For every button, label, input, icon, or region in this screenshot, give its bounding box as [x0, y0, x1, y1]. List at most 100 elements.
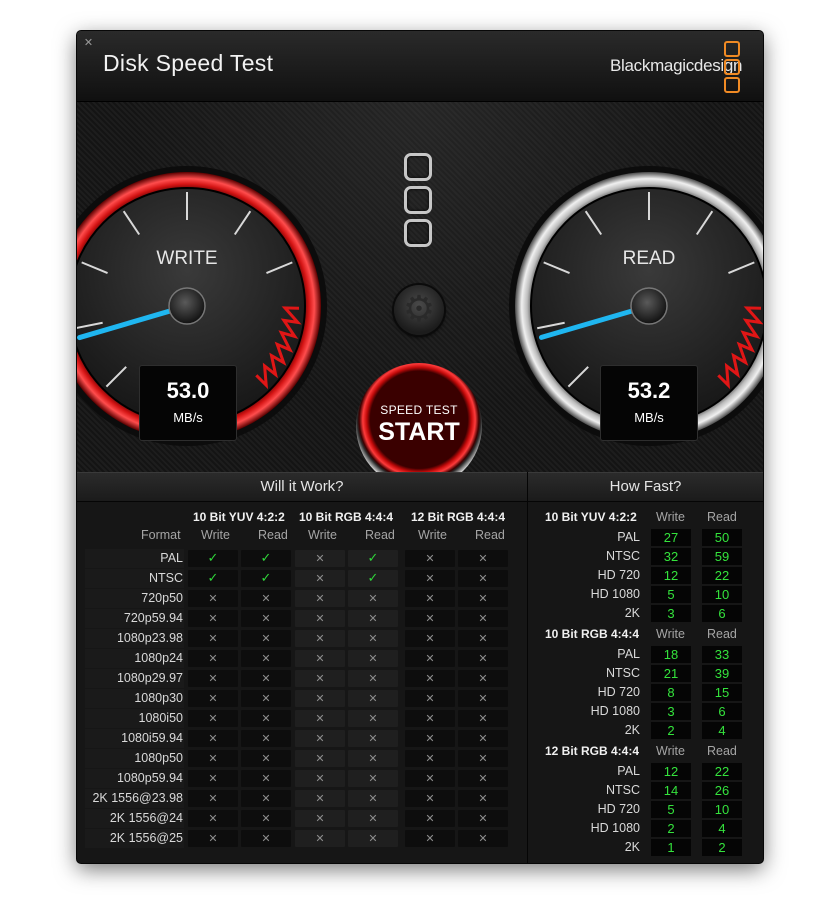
- unsupported-cross-icon: ✕: [241, 710, 291, 727]
- unsupported-cross-icon: ✕: [405, 690, 455, 707]
- format-label: 1080p24: [134, 651, 183, 665]
- cross-icon: ✕: [478, 712, 488, 725]
- unsupported-cross-icon: ✕: [241, 670, 291, 687]
- supported-check-icon: ✓: [348, 550, 398, 567]
- cross-icon: ✕: [208, 772, 218, 785]
- read-frame-rate: 6: [702, 703, 742, 720]
- unsupported-cross-icon: ✕: [405, 790, 455, 807]
- cross-icon: ✕: [208, 732, 218, 745]
- unsupported-cross-icon: ✕: [188, 830, 238, 847]
- write-frame-rate: 8: [651, 684, 691, 701]
- how-fast-format-label: HD 1080: [590, 704, 640, 718]
- cross-icon: ✕: [208, 612, 218, 625]
- cross-icon: ✕: [368, 632, 378, 645]
- read-gauge-label: READ: [622, 248, 676, 269]
- unsupported-cross-icon: ✕: [458, 770, 508, 787]
- cross-icon: ✕: [368, 592, 378, 605]
- cross-icon: ✕: [478, 792, 488, 805]
- title-bar[interactable]: ✕ Disk Speed Test Blackmagicdesign: [77, 31, 763, 102]
- unsupported-cross-icon: ✕: [348, 670, 398, 687]
- unsupported-cross-icon: ✕: [241, 810, 291, 827]
- cross-icon: ✕: [261, 772, 271, 785]
- unsupported-cross-icon: ✕: [188, 730, 238, 747]
- how-fast-read-header: Read: [707, 627, 737, 641]
- read-frame-rate: 26: [702, 782, 742, 799]
- write-column-header: Write: [308, 528, 337, 542]
- unsupported-cross-icon: ✕: [458, 630, 508, 647]
- unsupported-cross-icon: ✕: [241, 610, 291, 627]
- cross-icon: ✕: [315, 832, 325, 845]
- how-fast-format-label: HD 1080: [590, 821, 640, 835]
- cross-icon: ✕: [425, 592, 435, 605]
- unsupported-cross-icon: ✕: [295, 590, 345, 607]
- cross-icon: ✕: [315, 772, 325, 785]
- gear-icon[interactable]: ⚙: [394, 285, 444, 335]
- cross-icon: ✕: [261, 652, 271, 665]
- write-frame-rate: 1: [651, 839, 691, 856]
- unsupported-cross-icon: ✕: [188, 790, 238, 807]
- how-fast-write-header: Write: [656, 627, 685, 641]
- unsupported-cross-icon: ✕: [405, 550, 455, 567]
- read-frame-rate: 15: [702, 684, 742, 701]
- close-icon[interactable]: ✕: [83, 37, 94, 48]
- unsupported-cross-icon: ✕: [458, 670, 508, 687]
- unsupported-cross-icon: ✕: [241, 750, 291, 767]
- unsupported-cross-icon: ✕: [188, 670, 238, 687]
- how-fast-write-header: Write: [656, 744, 685, 758]
- unsupported-cross-icon: ✕: [348, 790, 398, 807]
- write-frame-rate: 27: [651, 529, 691, 546]
- cross-icon: ✕: [478, 752, 488, 765]
- unsupported-cross-icon: ✕: [458, 790, 508, 807]
- cross-icon: ✕: [261, 812, 271, 825]
- cross-icon: ✕: [368, 712, 378, 725]
- unsupported-cross-icon: ✕: [295, 710, 345, 727]
- cross-icon: ✕: [478, 772, 488, 785]
- format-label: 1080i59.94: [121, 731, 183, 745]
- write-readout: 53.0 MB/s: [139, 365, 237, 441]
- unsupported-cross-icon: ✕: [458, 730, 508, 747]
- cross-icon: ✕: [478, 572, 488, 585]
- cross-icon: ✕: [261, 832, 271, 845]
- how-fast-format-label: 2K: [624, 606, 640, 620]
- unsupported-cross-icon: ✕: [295, 690, 345, 707]
- unsupported-cross-icon: ✕: [458, 810, 508, 827]
- read-column-header: Read: [258, 528, 288, 542]
- read-frame-rate: 2: [702, 839, 742, 856]
- cross-icon: ✕: [425, 552, 435, 565]
- unsupported-cross-icon: ✕: [405, 730, 455, 747]
- write-frame-rate: 3: [651, 703, 691, 720]
- write-frame-rate: 14: [651, 782, 691, 799]
- how-fast-group-header: 12 Bit RGB 4:4:4: [545, 744, 640, 758]
- read-speed-unit: MB/s: [634, 410, 664, 425]
- unsupported-cross-icon: ✕: [188, 650, 238, 667]
- check-icon: ✓: [207, 551, 219, 566]
- start-button[interactable]: SPEED TEST START: [356, 363, 482, 489]
- read-frame-rate: 50: [702, 529, 742, 546]
- start-button-label: START: [378, 418, 460, 446]
- how-fast-group-header: 10 Bit RGB 4:4:4: [545, 627, 640, 641]
- cross-icon: ✕: [368, 672, 378, 685]
- read-column-header: Read: [475, 528, 505, 542]
- write-speed-value: 53.0: [166, 378, 210, 403]
- unsupported-cross-icon: ✕: [405, 630, 455, 647]
- unsupported-cross-icon: ✕: [405, 610, 455, 627]
- unsupported-cross-icon: ✕: [348, 770, 398, 787]
- unsupported-cross-icon: ✕: [295, 770, 345, 787]
- format-label: 1080i50: [138, 711, 184, 725]
- cross-icon: ✕: [208, 812, 218, 825]
- cross-icon: ✕: [478, 812, 488, 825]
- read-readout: 53.2 MB/s: [600, 365, 698, 441]
- unsupported-cross-icon: ✕: [405, 670, 455, 687]
- unsupported-cross-icon: ✕: [405, 710, 455, 727]
- unsupported-cross-icon: ✕: [241, 830, 291, 847]
- format-label: 2K 1556@24: [109, 811, 183, 825]
- start-button-caption: SPEED TEST: [380, 403, 458, 417]
- wiw-group-header: 10 Bit RGB 4:4:4: [299, 510, 394, 524]
- cross-icon: ✕: [478, 552, 488, 565]
- unsupported-cross-icon: ✕: [295, 730, 345, 747]
- unsupported-cross-icon: ✕: [188, 630, 238, 647]
- unsupported-cross-icon: ✕: [458, 710, 508, 727]
- unsupported-cross-icon: ✕: [295, 570, 345, 587]
- cross-icon: ✕: [208, 632, 218, 645]
- how-fast-header: How Fast?: [528, 472, 763, 502]
